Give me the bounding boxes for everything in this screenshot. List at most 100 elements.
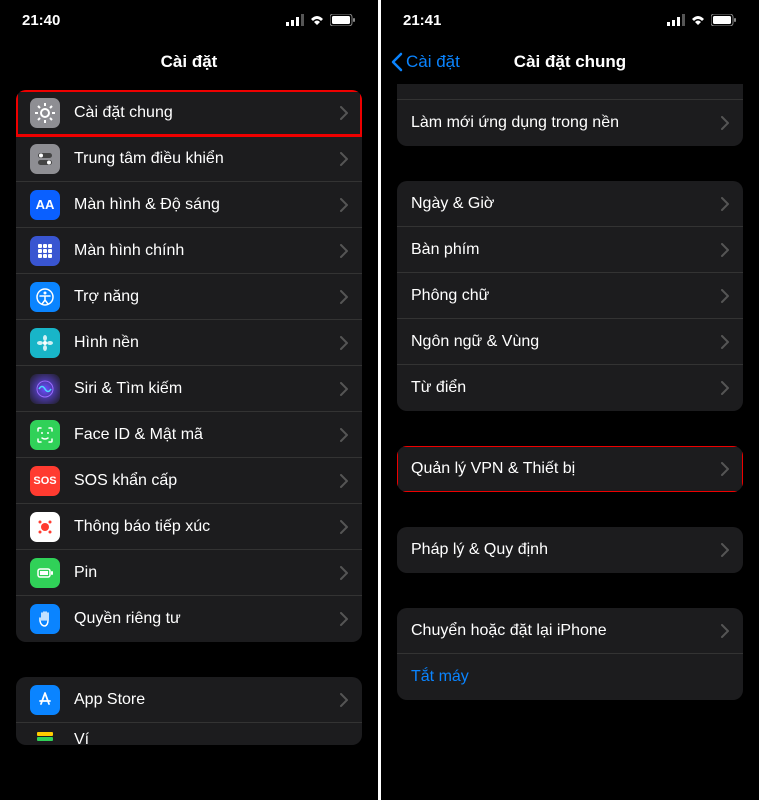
row-sos[interactable]: SOS SOS khẩn cấp	[16, 458, 362, 504]
row-label: Quản lý VPN & Thiết bị	[411, 460, 721, 478]
row-label: App Store	[74, 691, 340, 709]
row-label: Hình nền	[74, 334, 340, 352]
chevron-right-icon	[340, 566, 348, 580]
chevron-right-icon	[340, 106, 348, 120]
face-id-icon	[30, 420, 60, 450]
row-label: Từ điển	[411, 379, 721, 397]
row-keyboard[interactable]: Bàn phím	[397, 227, 743, 273]
status-indicators	[286, 14, 356, 26]
back-label: Cài đặt	[406, 52, 460, 72]
chevron-right-icon	[721, 381, 729, 395]
chevron-right-icon	[340, 428, 348, 442]
flower-icon	[30, 328, 60, 358]
row-control-center[interactable]: Trung tâm điều khiển	[16, 136, 362, 182]
row-display-brightness[interactable]: AA Màn hình & Độ sáng	[16, 182, 362, 228]
row-label: Siri & Tìm kiếm	[74, 380, 340, 398]
row-label: Làm mới ứng dụng trong nền	[411, 114, 721, 132]
row-label: Pin	[74, 564, 340, 582]
battery-icon	[711, 14, 737, 26]
status-bar: 21:40	[0, 0, 378, 40]
group-locale: Ngày & Giờ Bàn phím Phông chữ Ngôn ngữ &…	[397, 181, 743, 411]
group-storage: Làm mới ứng dụng trong nền	[397, 84, 743, 146]
wallet-icon	[30, 731, 60, 745]
chevron-right-icon	[721, 197, 729, 211]
chevron-right-icon	[721, 116, 729, 130]
row-background-refresh[interactable]: Làm mới ứng dụng trong nền	[397, 100, 743, 146]
battery-menu-icon	[30, 558, 60, 588]
row-shutdown[interactable]: Tắt máy	[397, 654, 743, 700]
row-fonts[interactable]: Phông chữ	[397, 273, 743, 319]
row-dictionary[interactable]: Từ điển	[397, 365, 743, 411]
settings-group-store: App Store Ví	[16, 677, 362, 745]
phone-screen-1: 21:40 Cài đặt Cài đặt chung	[0, 0, 378, 800]
gear-icon	[30, 98, 60, 128]
row-wallet[interactable]: Ví	[16, 723, 362, 745]
chevron-right-icon	[340, 290, 348, 304]
page-title: Cài đặt	[161, 52, 218, 72]
settings-list: Cài đặt chung Trung tâm điều khiển AA Mà…	[0, 84, 378, 745]
back-button[interactable]: Cài đặt	[391, 52, 460, 72]
shutdown-label: Tắt máy	[411, 668, 469, 686]
letters-aa-icon: AA	[30, 190, 60, 220]
grid-icon	[30, 236, 60, 266]
group-legal: Pháp lý & Quy định	[397, 527, 743, 573]
chevron-right-icon	[340, 693, 348, 707]
status-indicators	[667, 14, 737, 26]
row-label: Ví	[74, 731, 348, 745]
group-vpn: Quản lý VPN & Thiết bị	[397, 446, 743, 492]
row-label: Face ID & Mật mã	[74, 426, 340, 444]
exposure-icon	[30, 512, 60, 542]
toggles-icon	[30, 144, 60, 174]
accessibility-icon	[30, 282, 60, 312]
chevron-right-icon	[721, 335, 729, 349]
row-legal[interactable]: Pháp lý & Quy định	[397, 527, 743, 573]
row-siri-search[interactable]: Siri & Tìm kiếm	[16, 366, 362, 412]
chevron-right-icon	[721, 624, 729, 638]
wifi-icon	[690, 14, 706, 26]
chevron-right-icon	[721, 462, 729, 476]
row-label: Màn hình chính	[74, 242, 340, 260]
chevron-right-icon	[721, 289, 729, 303]
chevron-left-icon	[391, 52, 403, 72]
row-app-store[interactable]: App Store	[16, 677, 362, 723]
row-battery[interactable]: Pin	[16, 550, 362, 596]
row-label: Chuyển hoặc đặt lại iPhone	[411, 622, 721, 640]
nav-bar: Cài đặt Cài đặt chung	[381, 40, 759, 84]
row-label: Trợ năng	[74, 288, 340, 306]
row-privacy[interactable]: Quyền riêng tư	[16, 596, 362, 642]
row-transfer-reset[interactable]: Chuyển hoặc đặt lại iPhone	[397, 608, 743, 654]
row-language-region[interactable]: Ngôn ngữ & Vùng	[397, 319, 743, 365]
appstore-icon	[30, 685, 60, 715]
row-vpn-device[interactable]: Quản lý VPN & Thiết bị	[397, 446, 743, 492]
row-label: Phông chữ	[411, 287, 721, 305]
row-label: Bàn phím	[411, 241, 721, 259]
chevron-right-icon	[340, 152, 348, 166]
sos-icon: SOS	[30, 466, 60, 496]
phone-screen-2: 21:41 Cài đặt Cài đặt chung Làm mới ứng …	[381, 0, 759, 800]
chevron-right-icon	[340, 520, 348, 534]
row-exposure-notification[interactable]: Thông báo tiếp xúc	[16, 504, 362, 550]
signal-icon	[667, 14, 685, 26]
group-reset: Chuyển hoặc đặt lại iPhone Tắt máy	[397, 608, 743, 700]
row-date-time[interactable]: Ngày & Giờ	[397, 181, 743, 227]
row-storage-partial[interactable]	[397, 84, 743, 100]
chevron-right-icon	[340, 336, 348, 350]
settings-group-main: Cài đặt chung Trung tâm điều khiển AA Mà…	[16, 90, 362, 642]
status-time: 21:40	[22, 12, 60, 29]
chevron-right-icon	[721, 243, 729, 257]
row-label: Ngày & Giờ	[411, 195, 721, 213]
row-wallpaper[interactable]: Hình nền	[16, 320, 362, 366]
row-accessibility[interactable]: Trợ năng	[16, 274, 362, 320]
battery-icon	[330, 14, 356, 26]
chevron-right-icon	[340, 612, 348, 626]
row-label: Trung tâm điều khiển	[74, 150, 340, 168]
status-bar: 21:41	[381, 0, 759, 40]
row-general[interactable]: Cài đặt chung	[16, 90, 362, 136]
chevron-right-icon	[340, 198, 348, 212]
row-face-id[interactable]: Face ID & Mật mã	[16, 412, 362, 458]
row-home-screen[interactable]: Màn hình chính	[16, 228, 362, 274]
row-label: SOS khẩn cấp	[74, 472, 340, 490]
row-label: Pháp lý & Quy định	[411, 541, 721, 559]
signal-icon	[286, 14, 304, 26]
chevron-right-icon	[340, 244, 348, 258]
